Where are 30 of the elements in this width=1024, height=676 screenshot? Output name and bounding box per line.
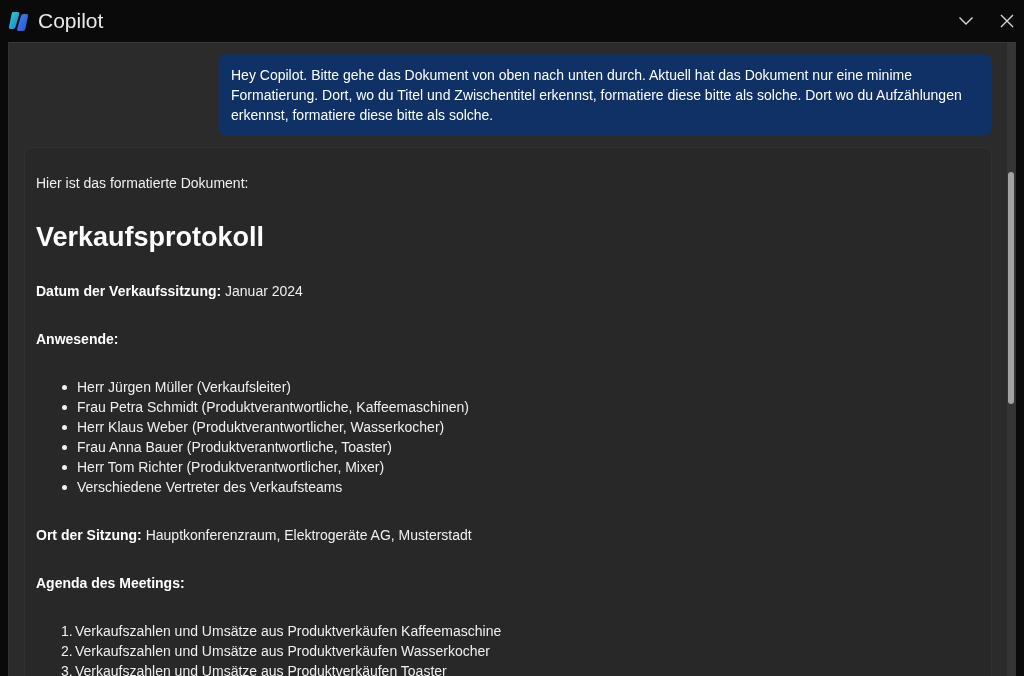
close-button[interactable] <box>998 12 1016 30</box>
list-item-text: Herr Tom Richter (Produktverantwortlicher, Mixer) <box>77 458 385 477</box>
bullet-icon <box>62 444 67 450</box>
bullet-icon <box>62 384 67 390</box>
scrollbar-thumb[interactable] <box>1008 172 1014 404</box>
bullet-icon <box>62 464 67 470</box>
response-paragraph: Ort der Sitzung: Hauptkonferenzraum, Elektrogeräte AG, Musterstadt <box>36 526 473 545</box>
list-number: 3. <box>61 662 74 676</box>
list-item-text: Verkaufszahlen und Umsätze aus Produktverkäufen Wasserkocher <box>75 642 491 661</box>
list-item-text: Verkaufszahlen und Umsätze aus Produktverkäufen Kaffeemaschine <box>75 622 502 641</box>
section-label: Anwesende: <box>36 330 120 349</box>
response-paragraph: Hier ist das formatierte Dokument: <box>36 174 250 193</box>
list-item-text: Frau Petra Schmidt (Produktverantwortliche, Kaffeemaschinen) <box>77 398 469 417</box>
document-title: Verkaufsprotokoll <box>36 221 266 253</box>
list-item-text: Herr Klaus Weber (Produktverantwortlicher, Wasserkocher) <box>77 418 445 437</box>
response-paragraph: Datum der Verkaufssitzung: Januar 2024 <box>36 282 304 301</box>
window-title: Copilot <box>38 8 105 34</box>
user-message-text: Hey Copilot. Bitte gehe das Dokument von oben nach unten durch. Aktuell hat das Dokument nur eine minime Formatierung. Dort, wo du Titel und Zwischentitel erkennst, formatiere diese bitte als solche. Dort wo du Aufzählungen erkennst, formatiere diese bitte als solche. <box>231 66 963 125</box>
bullet-icon <box>62 484 67 490</box>
close-icon <box>999 13 1015 29</box>
list-item-text: Herr Jürgen Müller (Verkaufsleiter) <box>77 378 291 397</box>
list-item-text: Frau Anna Bauer (Produktverantwortliche, Toaster) <box>77 438 392 457</box>
section-label: Agenda des Meetings: <box>36 574 186 593</box>
bullet-icon <box>62 404 67 410</box>
list-item-text: Verkaufszahlen und Umsätze aus Produktverkäufen Toaster <box>75 662 447 676</box>
bullet-icon <box>62 424 67 430</box>
list-number: 2. <box>61 642 74 661</box>
list-number: 1. <box>61 622 74 641</box>
logo-icon <box>8 10 29 32</box>
list-item-text: Verschiedene Vertreter des Verkaufsteams <box>77 478 343 497</box>
